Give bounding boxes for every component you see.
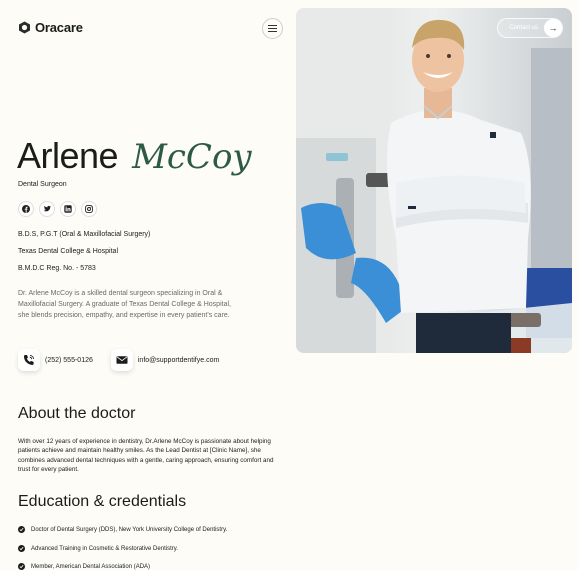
- email-address[interactable]: info@supportdentifye.com: [138, 357, 219, 364]
- contact-us-label: Contact us: [509, 25, 538, 31]
- doctor-role: Dental Surgeon: [18, 181, 67, 188]
- about-text: With over 12 years of experience in dent…: [18, 438, 274, 473]
- phone-icon: [24, 355, 34, 365]
- instagram-icon: [85, 205, 93, 213]
- menu-icon: [268, 28, 277, 29]
- doctor-bio: Dr. Arlene McCoy is a skilled dental sur…: [18, 290, 231, 319]
- phone-number[interactable]: (252) 555-0126: [45, 357, 93, 364]
- doctor-name: Arlene McCoy: [17, 135, 252, 177]
- education-item-text: Member, American Dental Association (ADA…: [31, 563, 151, 570]
- arrow-right-icon: →: [544, 19, 562, 37]
- doctor-photo: Contact us →: [296, 8, 572, 353]
- social-links: [18, 201, 97, 217]
- check-icon: [18, 545, 25, 552]
- phone-icon-badge: [18, 349, 40, 371]
- facebook-link[interactable]: [18, 201, 34, 217]
- last-name: McCoy: [132, 137, 252, 177]
- education-item-text: Advanced Training in Cosmetic & Restorat…: [31, 545, 178, 552]
- check-icon: [18, 526, 25, 533]
- doctor-photo-illustration: [296, 8, 572, 353]
- check-icon: [18, 563, 25, 570]
- first-name: Arlene: [17, 135, 119, 176]
- linkedin-icon: [64, 205, 72, 213]
- education-item: Advanced Training in Cosmetic & Restorat…: [18, 545, 178, 552]
- credential-registration: B.M.D.C Reg. No. - 5783: [18, 265, 96, 272]
- menu-button[interactable]: [262, 18, 283, 39]
- facebook-icon: [22, 205, 30, 213]
- education-heading: Education & credentials: [18, 493, 187, 510]
- logo-mark-icon: [19, 21, 30, 34]
- linkedin-link[interactable]: [60, 201, 76, 217]
- education-item: Doctor of Dental Surgery (DDS), New York…: [18, 526, 227, 533]
- mail-icon-badge: [110, 349, 133, 371]
- contact-info: (252) 555-0126 info@supportdentifye.com: [18, 349, 219, 371]
- instagram-link[interactable]: [81, 201, 97, 217]
- twitter-link[interactable]: [39, 201, 55, 217]
- credential-college: Texas Dental College & Hospital: [18, 248, 118, 255]
- brand-name: Oracare: [35, 20, 83, 35]
- education-item-text: Doctor of Dental Surgery (DDS), New York…: [31, 526, 228, 533]
- credential-degree: B.D.S, P.G.T (Oral & Maxillofacial Surge…: [18, 231, 151, 238]
- education-item: Member, American Dental Association (ADA…: [18, 563, 150, 570]
- contact-us-button[interactable]: Contact us →: [497, 18, 563, 38]
- about-heading: About the doctor: [18, 405, 136, 422]
- brand-logo[interactable]: Oracare: [18, 20, 83, 35]
- twitter-icon: [43, 205, 51, 212]
- mail-icon: [116, 356, 128, 364]
